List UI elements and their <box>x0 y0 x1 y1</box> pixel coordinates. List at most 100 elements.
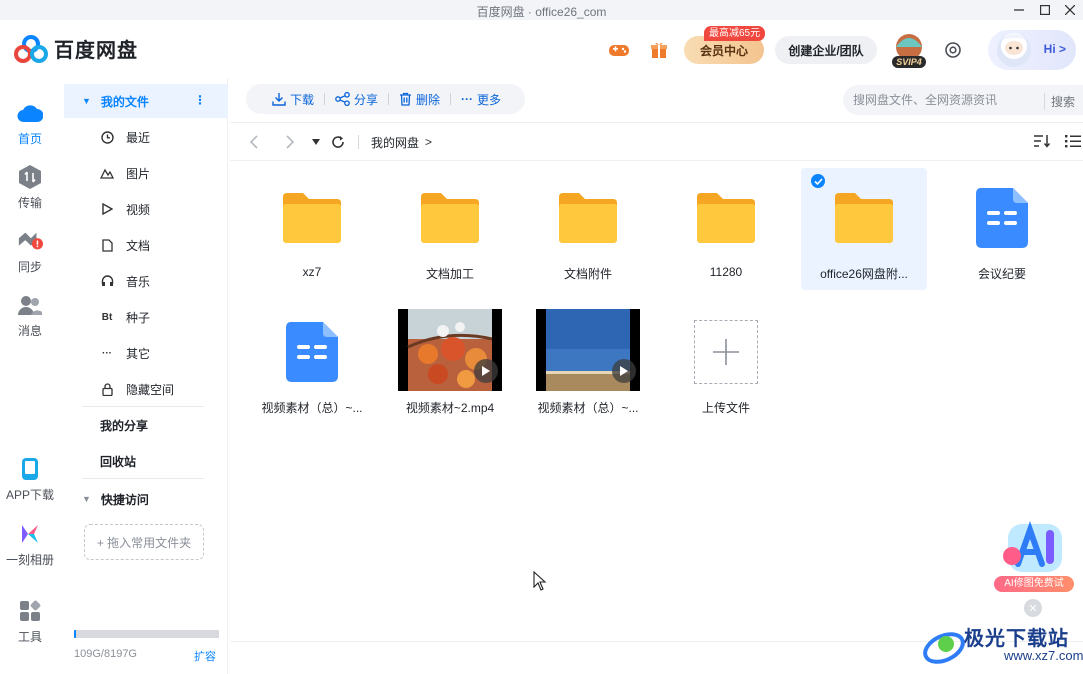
more-dots-icon: ··· <box>461 92 474 106</box>
baidu-cloud-logo-icon <box>14 34 48 63</box>
nav-label: 首页 <box>17 132 42 146</box>
toolbar-divider-line <box>230 122 1083 123</box>
settings-icon[interactable] <box>942 39 964 61</box>
plus-icon <box>694 320 758 384</box>
file-name: 11280 <box>709 265 743 279</box>
file-name: 视频素材~2.mp4 <box>405 401 495 415</box>
path-divider <box>358 135 359 149</box>
vip-discount-badge: 最高减65元 <box>704 26 766 41</box>
sidebar-item-label: 视频 <box>126 202 151 217</box>
file-item-folder-selected[interactable]: office26网盘附... <box>801 168 927 290</box>
sidebar-item-quick-access[interactable]: ▼ 快捷访问 <box>64 482 228 516</box>
nav-label: 传输 <box>17 196 42 210</box>
nav-item-home[interactable]: 首页 <box>0 100 60 147</box>
file-item-document[interactable]: 视频素材（总）~... <box>249 302 375 424</box>
quick-access-drop-zone[interactable]: + 拖入常用文件夹 <box>84 524 204 560</box>
caret-down-icon <box>312 139 320 145</box>
nav-item-tools[interactable]: 工具 <box>0 598 60 645</box>
sidebar-item-label: 文档 <box>126 238 151 253</box>
sidebar-item-images[interactable]: 图片 <box>64 156 228 190</box>
file-name: 会议纪要 <box>977 267 1026 281</box>
caret-down-icon: ▼ <box>82 96 91 106</box>
nav-item-album[interactable]: 一刻相册 <box>0 521 60 568</box>
site-watermark: 极光下载站 www.xz7.com <box>922 620 1083 670</box>
expand-storage-link[interactable]: 扩容 <box>194 648 216 664</box>
maximize-button[interactable] <box>1032 1 1058 19</box>
list-view-icon[interactable] <box>1065 134 1081 151</box>
sort-icon[interactable] <box>1033 134 1051 151</box>
forward-button[interactable] <box>280 132 300 152</box>
refresh-button[interactable] <box>328 132 348 152</box>
file-item-folder[interactable]: 11280 <box>663 168 789 290</box>
file-name: 视频素材（总）~... <box>537 401 639 415</box>
history-dropdown-button[interactable] <box>306 132 326 152</box>
cloud-icon <box>17 100 43 126</box>
file-item-folder[interactable]: 文档附件 <box>525 168 651 290</box>
more-vertical-icon[interactable]: ⋮ <box>194 93 206 107</box>
path-bar: 我的网盘 > <box>244 130 432 154</box>
sidebar-item-recycle-bin[interactable]: 回收站 <box>64 444 228 478</box>
file-item-folder[interactable]: 文档加工 <box>387 168 513 290</box>
chevron-right-icon <box>286 135 295 149</box>
app-logo[interactable]: 百度网盘 <box>14 34 138 63</box>
file-name: 文档加工 <box>425 267 474 281</box>
main-nav: 首页 传输 同步 消息 APP下载 一刻相册 工具 <box>0 78 60 674</box>
upload-file-button[interactable]: 上传文件 <box>663 302 789 424</box>
search-input[interactable] <box>843 93 1033 107</box>
window-title: 百度网盘 · office26_com <box>476 5 607 19</box>
sidebar-item-torrents[interactable]: Bt 种子 <box>64 300 228 334</box>
sidebar-item-other[interactable]: ··· 其它 <box>64 336 228 370</box>
sidebar-item-hidden-space[interactable]: 隐藏空间 <box>64 372 228 406</box>
nav-label: APP下载 <box>5 488 54 502</box>
sidebar-item-music[interactable]: 音乐 <box>64 264 228 298</box>
close-icon[interactable]: ✕ <box>1024 599 1042 617</box>
sidebar-item-my-files[interactable]: ▼ 我的文件 ⋮ <box>64 84 228 118</box>
search-button[interactable]: 搜索 <box>1043 93 1075 110</box>
more-button[interactable]: ··· 更多 <box>451 84 511 114</box>
close-button[interactable] <box>1057 1 1083 19</box>
delete-button[interactable]: 删除 <box>389 84 450 114</box>
gamepad-icon[interactable] <box>608 39 630 61</box>
share-button[interactable]: 分享 <box>325 84 388 114</box>
user-avatar-button[interactable]: Hi > <box>988 30 1076 70</box>
nav-item-messages[interactable]: 消息 <box>0 292 60 339</box>
create-team-button[interactable]: 创建企业/团队 <box>775 36 877 64</box>
file-name: xz7 <box>302 265 322 279</box>
watermark-title: 极光下载站 <box>964 628 1069 650</box>
play-icon <box>474 359 498 383</box>
sidebar-item-label: 回收站 <box>100 454 137 469</box>
folder-icon <box>663 188 789 248</box>
file-item-document[interactable]: 会议纪要 <box>939 168 1065 290</box>
refresh-icon <box>332 136 344 148</box>
breadcrumb-my-drive[interactable]: 我的网盘 <box>371 134 419 151</box>
sidebar-item-my-share[interactable]: 我的分享 <box>64 408 228 442</box>
nav-item-app-download[interactable]: APP下载 <box>0 456 60 503</box>
minimize-button[interactable] <box>1006 1 1032 19</box>
lock-icon <box>100 382 114 396</box>
phone-icon <box>17 456 43 482</box>
nav-item-transfer[interactable]: 传输 <box>0 164 60 211</box>
ai-promo-widget[interactable]: AI修图免费试 <box>992 516 1076 598</box>
avatar <box>997 33 1031 67</box>
back-button[interactable] <box>244 132 264 152</box>
svip-badge[interactable]: SVIP4 <box>888 31 930 71</box>
checkmark-icon[interactable] <box>811 174 825 188</box>
sidebar-item-label: 音乐 <box>126 274 151 289</box>
file-item-folder[interactable]: xz7 <box>249 168 375 290</box>
message-icon <box>17 292 43 318</box>
sidebar-item-recent[interactable]: 最近 <box>64 120 228 154</box>
sidebar-item-videos[interactable]: 视频 <box>64 192 228 226</box>
transfer-icon <box>17 164 43 190</box>
sidebar-item-label: 其它 <box>126 346 151 361</box>
caret-down-icon: ▼ <box>82 494 91 504</box>
file-item-video[interactable]: 视频素材（总）~... <box>525 302 651 424</box>
nav-item-sync[interactable]: 同步 <box>0 228 60 275</box>
sidebar-item-label: 我的分享 <box>100 418 149 433</box>
sidebar-item-documents[interactable]: 文档 <box>64 228 228 262</box>
minimize-icon <box>1014 9 1024 11</box>
sidebar-item-label: 种子 <box>126 310 151 325</box>
download-button[interactable]: 下载 <box>262 84 324 114</box>
gift-icon[interactable] <box>648 39 670 61</box>
close-icon <box>1065 5 1075 15</box>
file-item-video[interactable]: 视频素材~2.mp4 <box>387 302 513 424</box>
